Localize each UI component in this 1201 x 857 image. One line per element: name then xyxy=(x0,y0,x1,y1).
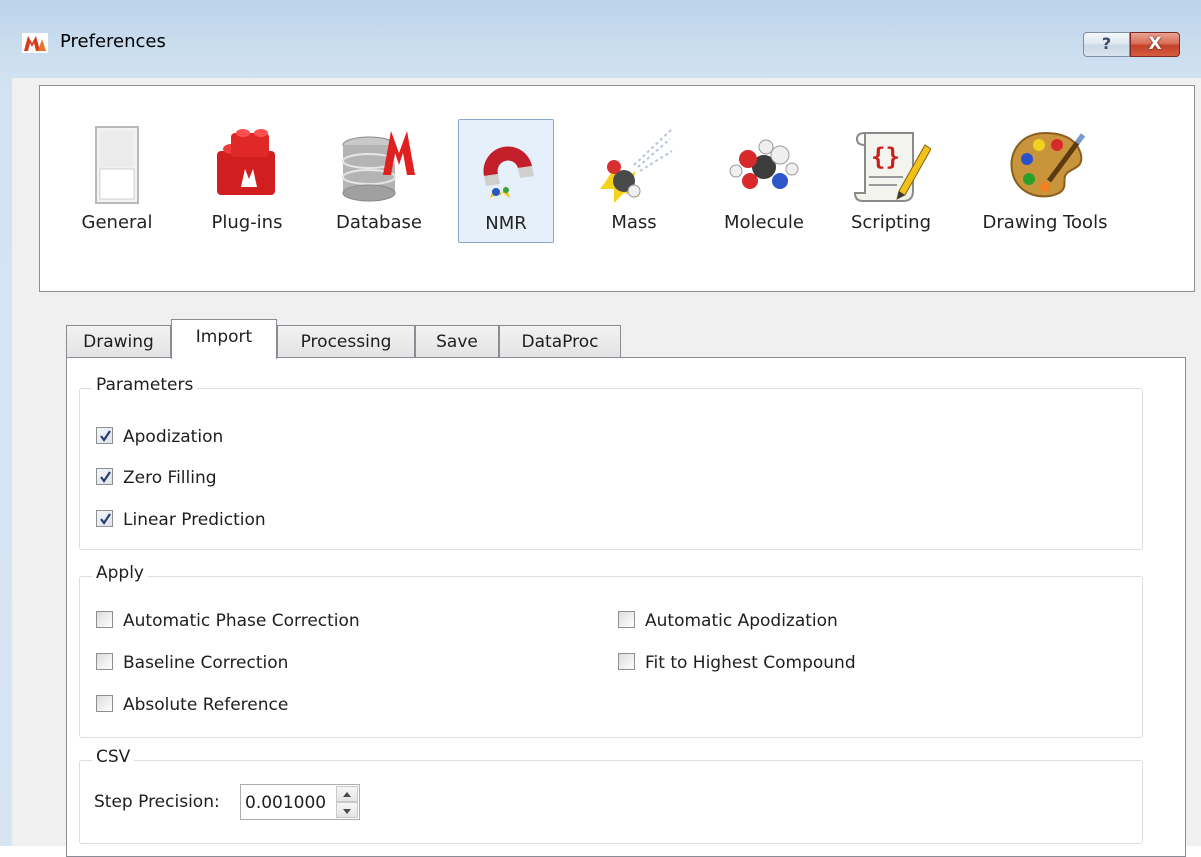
checkbox-box[interactable] xyxy=(618,611,635,628)
category-label: NMR xyxy=(485,213,527,234)
nmr-magnet-icon xyxy=(483,146,534,198)
tab-save[interactable]: Save xyxy=(415,325,499,358)
category-label: Mass xyxy=(611,212,657,233)
checkbox-label: Automatic Phase Correction xyxy=(123,611,360,631)
check-mark-icon xyxy=(100,513,111,525)
mass-spec-icon xyxy=(600,128,673,203)
close-button[interactable]: X xyxy=(1130,32,1180,57)
molecule-icon xyxy=(729,139,799,189)
category-mass[interactable]: Mass xyxy=(586,119,682,243)
parameters-group: Parameters Apodization Zero Filling Line… xyxy=(79,375,1143,550)
checkbox-label: Automatic Apodization xyxy=(645,611,838,631)
checkbox-box[interactable] xyxy=(96,468,113,485)
spin-down-button[interactable] xyxy=(336,802,358,818)
check-mark-icon xyxy=(100,471,111,483)
spin-up-button[interactable] xyxy=(336,786,358,802)
category-general[interactable]: General xyxy=(62,119,172,243)
step-precision-input[interactable] xyxy=(245,792,337,814)
check-mark-icon xyxy=(100,430,111,442)
category-label: General xyxy=(81,212,153,233)
palette-icon xyxy=(1010,131,1085,198)
help-button[interactable]: ? xyxy=(1083,32,1130,57)
category-label: Molecule xyxy=(724,212,804,233)
automatic-phase-correction-checkbox[interactable]: Automatic Phase Correction xyxy=(96,610,360,634)
group-title: Parameters xyxy=(92,375,198,395)
checkbox-box[interactable] xyxy=(96,427,113,444)
category-label: Drawing Tools xyxy=(982,212,1108,233)
checkbox-label: Zero Filling xyxy=(123,468,217,488)
category-label: Database xyxy=(336,212,422,233)
checkbox-label: Apodization xyxy=(123,427,224,447)
category-plugins[interactable]: Plug-ins xyxy=(192,119,302,243)
category-bar: General Plug-ins Database NMR Mass Molec… xyxy=(39,85,1195,292)
arrow-down-icon xyxy=(343,809,351,814)
app-logo-icon xyxy=(22,33,48,53)
tab-processing[interactable]: Processing xyxy=(277,325,415,358)
checkbox-label: Fit to Highest Compound xyxy=(645,653,856,673)
group-title: Apply xyxy=(92,563,148,583)
checkbox-box[interactable] xyxy=(96,510,113,527)
category-label: Plug-ins xyxy=(211,212,283,233)
checkbox-box[interactable] xyxy=(96,695,113,712)
general-panel-icon xyxy=(95,126,139,204)
svg-text:{}: {} xyxy=(871,143,900,171)
linear-prediction-checkbox[interactable]: Linear Prediction xyxy=(96,509,266,533)
plugin-blocks-icon xyxy=(217,129,275,195)
category-nmr[interactable]: NMR xyxy=(458,119,554,243)
step-precision-spinbox[interactable] xyxy=(240,784,360,820)
csv-group: CSV Step Precision: xyxy=(79,747,1143,844)
category-label: Scripting xyxy=(850,212,932,233)
script-scroll-icon: {} xyxy=(853,132,931,202)
import-tab-panel: Parameters Apodization Zero Filling Line… xyxy=(66,357,1186,857)
automatic-apodization-checkbox[interactable]: Automatic Apodization xyxy=(618,610,838,634)
zero-filling-checkbox[interactable]: Zero Filling xyxy=(96,467,217,491)
title-bar[interactable]: Preferences ? X xyxy=(0,0,1201,78)
fit-to-highest-compound-checkbox[interactable]: Fit to Highest Compound xyxy=(618,652,856,676)
checkbox-box[interactable] xyxy=(96,653,113,670)
step-precision-label: Step Precision: xyxy=(94,792,220,812)
category-database[interactable]: Database xyxy=(322,119,436,243)
baseline-correction-checkbox[interactable]: Baseline Correction xyxy=(96,652,288,676)
preferences-window: Preferences ? X General Plug-ins Databas… xyxy=(0,0,1201,857)
tab-import[interactable]: Import xyxy=(171,319,277,359)
window-title: Preferences xyxy=(60,31,166,52)
group-title: CSV xyxy=(92,747,135,767)
apodization-checkbox[interactable]: Apodization xyxy=(96,426,223,450)
absolute-reference-checkbox[interactable]: Absolute Reference xyxy=(96,694,288,718)
spin-arrows xyxy=(336,786,358,818)
category-molecule[interactable]: Molecule xyxy=(704,119,824,243)
dialog-content: General Plug-ins Database NMR Mass Molec… xyxy=(12,78,1201,857)
checkbox-label: Absolute Reference xyxy=(123,695,289,715)
arrow-up-icon xyxy=(343,792,351,797)
checkbox-label: Linear Prediction xyxy=(123,510,266,530)
checkbox-box[interactable] xyxy=(618,653,635,670)
checkbox-label: Baseline Correction xyxy=(123,653,289,673)
category-scripting[interactable]: {} Scripting xyxy=(836,119,946,243)
tab-dataproc[interactable]: DataProc xyxy=(499,325,621,358)
tab-drawing[interactable]: Drawing xyxy=(66,325,171,358)
apply-group: Apply Automatic Phase Correction Automat… xyxy=(79,563,1143,738)
category-drawing-tools[interactable]: Drawing Tools xyxy=(960,119,1130,243)
database-icon xyxy=(342,131,415,202)
checkbox-box[interactable] xyxy=(96,611,113,628)
